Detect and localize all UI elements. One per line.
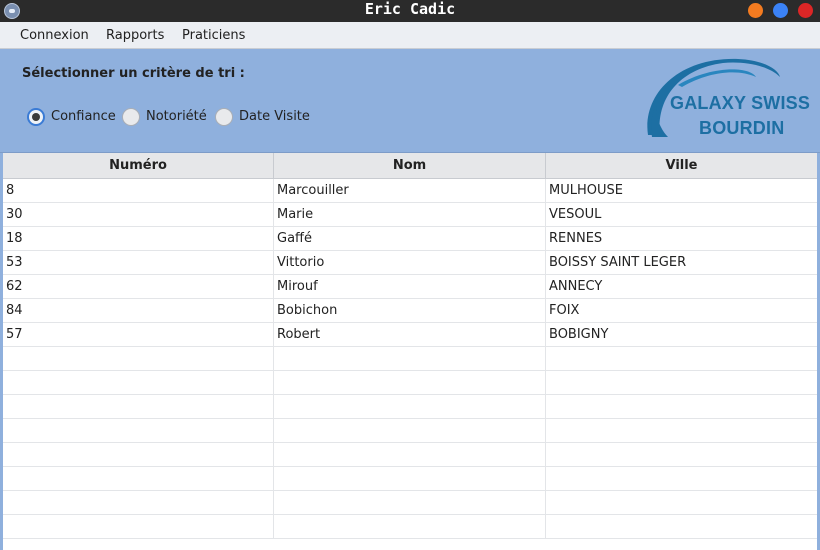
sort-panel: Sélectionner un critère de tri : Confian… — [0, 49, 820, 153]
cell-numero: 18 — [3, 227, 274, 250]
table-row[interactable]: 8 Marcouiller MULHOUSE — [3, 179, 817, 203]
cell-numero — [3, 419, 274, 442]
sort-criteria-label: Sélectionner un critère de tri : — [22, 66, 245, 81]
cell-numero — [3, 395, 274, 418]
maximize-icon[interactable] — [773, 3, 788, 18]
empty-table-row[interactable] — [3, 419, 817, 443]
menu-connexion[interactable]: Connexion — [18, 22, 91, 48]
menu-rapports[interactable]: Rapports — [104, 22, 166, 48]
company-logo: GALAXY SWISS BOURDIN — [638, 55, 816, 141]
cell-ville: BOISSY SAINT LEGER — [549, 255, 687, 270]
menu-bar: Connexion Rapports Praticiens — [0, 22, 820, 49]
cell-nom: Gaffé — [274, 227, 546, 250]
column-header-nom[interactable]: Nom — [274, 153, 546, 178]
cell-nom — [274, 395, 546, 418]
column-header-numero[interactable]: Numéro — [3, 153, 274, 178]
praticiens-table: Numéro Nom Ville 8 Marcouiller MULHOUSE 30 M… — [3, 153, 817, 550]
cell-numero: 57 — [3, 323, 274, 346]
table-row[interactable]: 62 Mirouf ANNECY — [3, 275, 817, 299]
cell-nom — [274, 491, 546, 514]
cell-ville — [546, 347, 817, 370]
cell-numero — [3, 443, 274, 466]
cell-nom — [274, 371, 546, 394]
cell-nom: Marcouiller — [274, 179, 546, 202]
cell-ville: BOBIGNY — [549, 327, 609, 342]
cell-ville: FOIX — [549, 303, 580, 318]
empty-table-row[interactable] — [3, 371, 817, 395]
radio-label: Confiance — [51, 109, 116, 124]
table-row[interactable]: 30 Marie VESOUL — [3, 203, 817, 227]
cell-numero — [3, 515, 274, 538]
cell-ville — [546, 419, 817, 442]
cell-numero: 53 — [3, 251, 274, 274]
cell-numero — [3, 371, 274, 394]
cell-ville: ANNECY — [549, 279, 603, 294]
empty-table-row[interactable] — [3, 491, 817, 515]
cell-nom: Mirouf — [274, 275, 546, 298]
cell-numero — [3, 491, 274, 514]
cell-nom: Bobichon — [274, 299, 546, 322]
radio-label: Date Visite — [239, 109, 310, 124]
cell-nom: Marie — [274, 203, 546, 226]
cell-nom: Vittorio — [274, 251, 546, 274]
table-row[interactable]: 18 Gaffé RENNES — [3, 227, 817, 251]
cell-numero: 62 — [3, 275, 274, 298]
cell-numero: 84 — [3, 299, 274, 322]
radio-confiance[interactable]: Confiance — [27, 108, 117, 128]
cell-ville — [546, 395, 817, 418]
empty-table-row[interactable] — [3, 515, 817, 539]
cell-ville — [546, 515, 817, 538]
cell-nom — [274, 515, 546, 538]
empty-table-row[interactable] — [3, 395, 817, 419]
cell-numero: 8 — [3, 179, 274, 202]
cell-ville: VESOUL — [549, 207, 602, 222]
cell-ville — [546, 467, 817, 490]
logo-text-line1: GALAXY SWISS — [670, 93, 811, 113]
radio-notoriete[interactable]: Notoriété — [122, 108, 212, 128]
menu-praticiens[interactable]: Praticiens — [180, 22, 247, 48]
radio-checked-icon[interactable] — [27, 108, 45, 126]
table-header: Numéro Nom Ville — [3, 153, 817, 179]
table-row[interactable]: 53 Vittorio BOISSY SAINT LEGER — [3, 251, 817, 275]
close-icon[interactable] — [798, 3, 813, 18]
cell-ville: RENNES — [549, 231, 603, 246]
cell-numero — [3, 347, 274, 370]
radio-label: Notoriété — [146, 109, 207, 124]
cell-ville: MULHOUSE — [549, 183, 623, 198]
cell-nom — [274, 467, 546, 490]
cell-nom — [274, 347, 546, 370]
radio-unchecked-icon[interactable] — [122, 108, 140, 126]
window-title: Eric Cadic — [364, 0, 456, 18]
logo-text-line2: BOURDIN — [699, 118, 785, 138]
table-row[interactable]: 84 Bobichon FOIX — [3, 299, 817, 323]
cell-nom — [274, 419, 546, 442]
empty-table-row[interactable] — [3, 347, 817, 371]
cell-nom — [274, 443, 546, 466]
cell-ville — [546, 371, 817, 394]
minimize-icon[interactable] — [748, 3, 763, 18]
cell-ville — [546, 491, 817, 514]
radio-date-visite[interactable]: Date Visite — [215, 108, 310, 128]
cell-numero: 30 — [3, 203, 274, 226]
cell-nom: Robert — [274, 323, 546, 346]
empty-table-row[interactable] — [3, 467, 817, 491]
title-bar: Eric Cadic — [0, 0, 820, 22]
cell-ville — [546, 443, 817, 466]
radio-unchecked-icon[interactable] — [215, 108, 233, 126]
cell-numero — [3, 467, 274, 490]
column-header-ville[interactable]: Ville — [546, 153, 817, 178]
empty-table-row[interactable] — [3, 443, 817, 467]
table-row[interactable]: 57 Robert BOBIGNY — [3, 323, 817, 347]
